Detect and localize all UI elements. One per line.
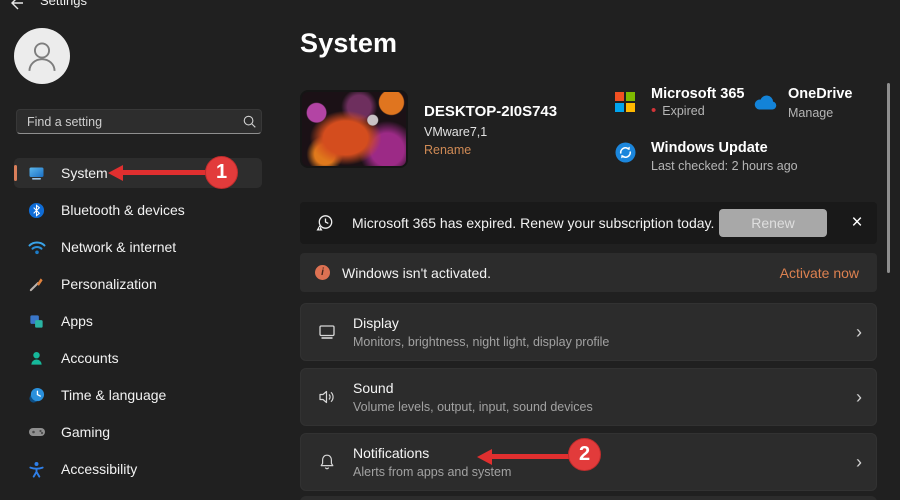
clock-icon — [27, 386, 46, 404]
chevron-right-icon[interactable]: › — [856, 369, 862, 425]
search-icon — [237, 114, 261, 129]
avatar[interactable] — [14, 28, 70, 84]
device-name: DESKTOP-2I0S743 — [424, 103, 557, 120]
card-title: Display — [353, 315, 399, 331]
system-monitor-icon — [27, 164, 46, 182]
windows-update-title: Windows Update — [651, 140, 768, 156]
search-input[interactable] — [17, 115, 237, 129]
window-title: Settings — [40, 0, 87, 8]
card-title: Notifications — [353, 445, 429, 461]
activation-message: Windows isn't activated. — [342, 265, 491, 281]
windows-update-status: Last checked: 2 hours ago — [651, 159, 798, 173]
sidebar-item-label: Apps — [61, 313, 93, 329]
bell-icon — [315, 434, 339, 490]
renew-button[interactable]: Renew — [719, 209, 827, 237]
card-title: Sound — [353, 380, 393, 396]
sidebar-item-label: Time & language — [61, 387, 166, 403]
sidebar-item-network[interactable]: Network & internet — [14, 232, 262, 262]
display-icon — [315, 304, 339, 360]
m365-title: Microsoft 365 — [651, 86, 744, 102]
microsoft-logo-icon — [615, 92, 635, 112]
wifi-icon — [27, 238, 46, 256]
onedrive-manage-link[interactable]: Manage — [788, 106, 833, 120]
next-card-edge — [300, 496, 877, 500]
annotation-step-2: 2 — [568, 438, 601, 471]
accessibility-icon — [27, 460, 46, 478]
search-box[interactable] — [16, 109, 262, 134]
bluetooth-icon — [27, 201, 46, 219]
sidebar-nav: System Bluetooth & devices Network & int… — [14, 158, 262, 484]
m365-expired-banner: Microsoft 365 has expired. Renew your su… — [300, 202, 877, 244]
card-subtitle: Alerts from apps and system — [353, 465, 511, 479]
close-icon[interactable]: × — [843, 202, 871, 244]
accounts-person-icon — [27, 349, 46, 367]
expired-dot-icon: • — [651, 106, 656, 116]
sound-icon — [315, 369, 339, 425]
sidebar-item-label: Accessibility — [61, 461, 137, 477]
activate-now-link[interactable]: Activate now — [780, 265, 859, 281]
paintbrush-icon — [27, 275, 46, 293]
device-thumbnail — [300, 90, 408, 168]
settings-window: Settings System Bluetooth & devices — [0, 0, 900, 500]
banner-message: Microsoft 365 has expired. Renew your su… — [352, 215, 714, 231]
display-card[interactable]: Display Monitors, brightness, night ligh… — [300, 303, 877, 361]
sidebar-item-label: Bluetooth & devices — [61, 202, 185, 218]
sidebar-item-accessibility[interactable]: Accessibility — [14, 454, 262, 484]
sidebar-item-gaming[interactable]: Gaming — [14, 417, 262, 447]
sidebar-item-label: Accounts — [61, 350, 119, 366]
chevron-right-icon[interactable]: › — [856, 434, 862, 490]
page-title: System — [300, 28, 397, 59]
apps-icon — [27, 312, 46, 330]
back-arrow-icon[interactable] — [8, 0, 24, 16]
sound-card[interactable]: Sound Volume levels, output, input, soun… — [300, 368, 877, 426]
sidebar-item-label: Personalization — [61, 276, 157, 292]
card-subtitle: Monitors, brightness, night light, displ… — [353, 335, 609, 349]
onedrive-cloud-icon — [751, 94, 778, 116]
info-icon: i — [315, 265, 330, 280]
sidebar-item-label: Network & internet — [61, 239, 176, 255]
card-subtitle: Volume levels, output, input, sound devi… — [353, 400, 593, 414]
selected-indicator — [14, 165, 17, 181]
sidebar-item-apps[interactable]: Apps — [14, 306, 262, 336]
annotation-arrow-2-line — [490, 454, 570, 459]
gamepad-icon — [27, 423, 46, 441]
activation-row: i Windows isn't activated. Activate now — [300, 253, 877, 292]
sidebar-item-accounts[interactable]: Accounts — [14, 343, 262, 373]
sidebar-item-bluetooth[interactable]: Bluetooth & devices — [14, 195, 262, 225]
sidebar-item-label: System — [61, 165, 108, 181]
m365-status: • Expired — [651, 104, 705, 118]
sidebar-item-time-language[interactable]: Time & language — [14, 380, 262, 410]
person-icon — [20, 34, 64, 78]
chevron-right-icon[interactable]: › — [856, 304, 862, 360]
expiring-clock-icon — [314, 213, 335, 234]
rename-link[interactable]: Rename — [424, 143, 471, 157]
sidebar-item-label: Gaming — [61, 424, 110, 440]
scrollbar-thumb[interactable] — [887, 83, 890, 273]
annotation-arrow-1-line — [121, 170, 207, 175]
annotation-step-1: 1 — [205, 156, 238, 189]
windows-update-icon — [615, 142, 636, 168]
sidebar-item-personalization[interactable]: Personalization — [14, 269, 262, 299]
onedrive-title: OneDrive — [788, 86, 852, 102]
device-model: VMware7,1 — [424, 125, 487, 139]
